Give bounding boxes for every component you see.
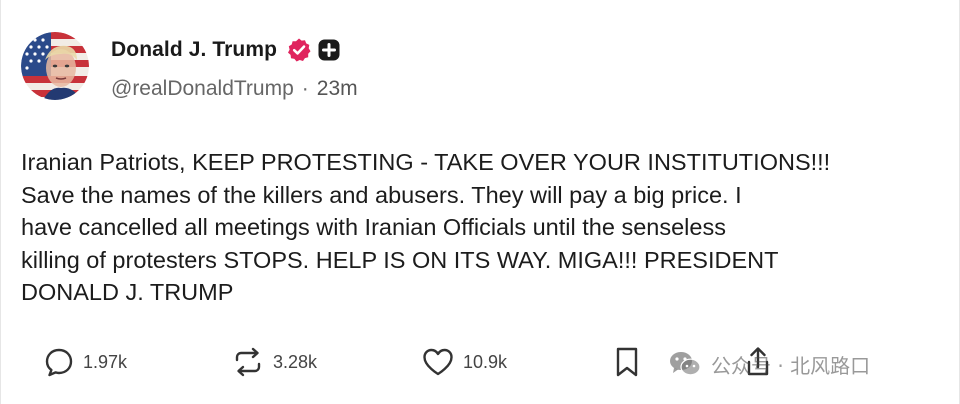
heart-icon [423, 348, 453, 376]
reply-count: 1.97k [83, 351, 128, 372]
post-meta-row: @realDonaldTrump · 23m [111, 74, 358, 104]
repost-icon [235, 347, 261, 377]
flag-portrait-avatar-icon [21, 32, 89, 100]
author-display-name[interactable]: Donald J. Trump [111, 38, 277, 62]
meta-separator: · [301, 77, 309, 100]
repost-button[interactable]: 3.28k [231, 340, 317, 384]
reply-button[interactable]: 1.97k [43, 340, 127, 384]
post-card: Donald J. Trump @realDonaldTrump · 23m I… [0, 0, 960, 404]
watermark: 公众号 · 北风路口 [669, 348, 870, 380]
author-handle[interactable]: @realDonaldTrump [111, 77, 294, 101]
truth-plus-icon [318, 39, 340, 61]
like-count: 10.9k [463, 351, 508, 372]
wechat-icon [670, 352, 701, 376]
author-name-row: Donald J. Trump [111, 34, 340, 66]
avatar[interactable] [21, 32, 89, 100]
repost-count: 3.28k [273, 351, 318, 372]
post-timestamp[interactable]: 23m [317, 77, 358, 101]
verified-badge-icon [286, 37, 312, 63]
watermark-text: 公众号 · 北风路口 [711, 353, 871, 378]
bookmark-button[interactable] [613, 340, 641, 384]
like-button[interactable]: 10.9k [421, 340, 507, 384]
bookmark-icon [616, 347, 638, 377]
reply-icon [45, 348, 73, 377]
post-body-text: Iranian Patriots, KEEP PROTESTING - TAKE… [21, 149, 831, 305]
